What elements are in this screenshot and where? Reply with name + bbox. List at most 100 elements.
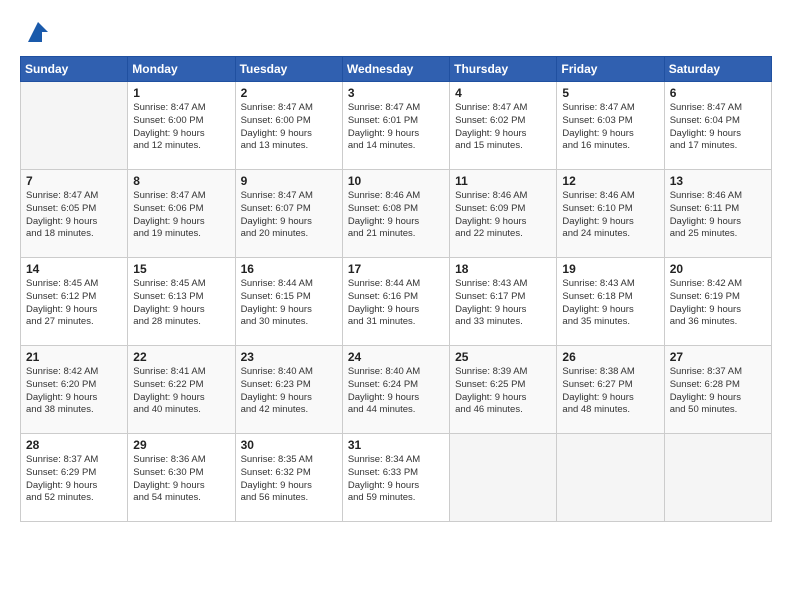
calendar-week-1: 1 Sunrise: 8:47 AM Sunset: 6:00 PM Daylig… xyxy=(21,82,772,170)
calendar-cell: 26 Sunrise: 8:38 AM Sunset: 6:27 PM Dayli… xyxy=(557,346,664,434)
day-info: Sunrise: 8:40 AM Sunset: 6:23 PM Dayligh… xyxy=(241,366,337,417)
day-info: Sunrise: 8:44 AM Sunset: 6:15 PM Dayligh… xyxy=(241,278,337,329)
day-info: Sunrise: 8:47 AM Sunset: 6:05 PM Dayligh… xyxy=(26,190,122,241)
calendar-cell: 22 Sunrise: 8:41 AM Sunset: 6:22 PM Dayli… xyxy=(128,346,235,434)
calendar-body: 1 Sunrise: 8:47 AM Sunset: 6:00 PM Daylig… xyxy=(21,82,772,522)
calendar-cell: 3Sunrise: 8:47 AM Sunset: 6:01 PM Daylig… xyxy=(342,82,449,170)
day-info: Sunrise: 8:34 AM Sunset: 6:33 PM Dayligh… xyxy=(348,454,444,505)
calendar-cell: 7 Sunrise: 8:47 AM Sunset: 6:05 PM Daylig… xyxy=(21,170,128,258)
day-info: Sunrise: 8:46 AM Sunset: 6:10 PM Dayligh… xyxy=(562,190,658,241)
day-number: 25 xyxy=(455,350,551,364)
logo xyxy=(20,18,52,46)
calendar-cell: 13 Sunrise: 8:46 AM Sunset: 6:11 PM Dayli… xyxy=(664,170,771,258)
calendar-cell: 12 Sunrise: 8:46 AM Sunset: 6:10 PM Dayli… xyxy=(557,170,664,258)
calendar-cell: 23 Sunrise: 8:40 AM Sunset: 6:23 PM Dayli… xyxy=(235,346,342,434)
calendar-cell: 24 Sunrise: 8:40 AM Sunset: 6:24 PM Dayli… xyxy=(342,346,449,434)
calendar-cell: 29Sunrise: 8:36 AM Sunset: 6:30 PM Dayli… xyxy=(128,434,235,522)
header xyxy=(20,18,772,46)
day-info: Sunrise: 8:38 AM Sunset: 6:27 PM Dayligh… xyxy=(562,366,658,417)
calendar-week-5: 28 Sunrise: 8:37 AM Sunset: 6:29 PM Dayli… xyxy=(21,434,772,522)
day-info: Sunrise: 8:40 AM Sunset: 6:24 PM Dayligh… xyxy=(348,366,444,417)
calendar-cell xyxy=(450,434,557,522)
calendar-header-row: SundayMondayTuesdayWednesdayThursdayFrid… xyxy=(21,57,772,82)
header-sunday: Sunday xyxy=(21,57,128,82)
calendar-table: SundayMondayTuesdayWednesdayThursdayFrid… xyxy=(20,56,772,522)
day-info: Sunrise: 8:35 AM Sunset: 6:32 PM Dayligh… xyxy=(241,454,337,505)
day-number: 28 xyxy=(26,438,122,452)
day-info: Sunrise: 8:46 AM Sunset: 6:11 PM Dayligh… xyxy=(670,190,766,241)
day-info: Sunrise: 8:47 AM Sunset: 6:00 PM Dayligh… xyxy=(133,102,229,153)
day-number: 14 xyxy=(26,262,122,276)
day-number: 7 xyxy=(26,174,122,188)
calendar-cell: 17 Sunrise: 8:44 AM Sunset: 6:16 PM Dayli… xyxy=(342,258,449,346)
calendar-cell: 21 Sunrise: 8:42 AM Sunset: 6:20 PM Dayli… xyxy=(21,346,128,434)
day-info: Sunrise: 8:47 AM Sunset: 6:06 PM Dayligh… xyxy=(133,190,229,241)
header-saturday: Saturday xyxy=(664,57,771,82)
day-number: 27 xyxy=(670,350,766,364)
calendar-cell: 15 Sunrise: 8:45 AM Sunset: 6:13 PM Dayli… xyxy=(128,258,235,346)
calendar-cell: 28 Sunrise: 8:37 AM Sunset: 6:29 PM Dayli… xyxy=(21,434,128,522)
day-number: 26 xyxy=(562,350,658,364)
day-number: 5 xyxy=(562,86,658,100)
day-info: Sunrise: 8:45 AM Sunset: 6:13 PM Dayligh… xyxy=(133,278,229,329)
header-wednesday: Wednesday xyxy=(342,57,449,82)
day-number: 30 xyxy=(241,438,337,452)
day-info: Sunrise: 8:41 AM Sunset: 6:22 PM Dayligh… xyxy=(133,366,229,417)
day-info: Sunrise: 8:47 AM Sunset: 6:00 PM Dayligh… xyxy=(241,102,337,153)
day-number: 21 xyxy=(26,350,122,364)
day-number: 1 xyxy=(133,86,229,100)
day-info: Sunrise: 8:36 AM Sunset: 6:30 PM Dayligh… xyxy=(133,454,229,505)
day-number: 2 xyxy=(241,86,337,100)
day-info: Sunrise: 8:45 AM Sunset: 6:12 PM Dayligh… xyxy=(26,278,122,329)
calendar-cell: 9Sunrise: 8:47 AM Sunset: 6:07 PM Daylig… xyxy=(235,170,342,258)
day-info: Sunrise: 8:47 AM Sunset: 6:04 PM Dayligh… xyxy=(670,102,766,153)
day-number: 22 xyxy=(133,350,229,364)
calendar-cell: 16 Sunrise: 8:44 AM Sunset: 6:15 PM Dayli… xyxy=(235,258,342,346)
header-tuesday: Tuesday xyxy=(235,57,342,82)
calendar-cell: 19 Sunrise: 8:43 AM Sunset: 6:18 PM Dayli… xyxy=(557,258,664,346)
day-number: 24 xyxy=(348,350,444,364)
day-number: 18 xyxy=(455,262,551,276)
calendar-cell: 10 Sunrise: 8:46 AM Sunset: 6:08 PM Dayli… xyxy=(342,170,449,258)
calendar-cell: 18Sunrise: 8:43 AM Sunset: 6:17 PM Dayli… xyxy=(450,258,557,346)
calendar-cell: 30 Sunrise: 8:35 AM Sunset: 6:32 PM Dayli… xyxy=(235,434,342,522)
header-friday: Friday xyxy=(557,57,664,82)
logo-icon xyxy=(24,18,52,46)
day-info: Sunrise: 8:46 AM Sunset: 6:08 PM Dayligh… xyxy=(348,190,444,241)
calendar-cell: 31 Sunrise: 8:34 AM Sunset: 6:33 PM Dayli… xyxy=(342,434,449,522)
calendar-cell: 11 Sunrise: 8:46 AM Sunset: 6:09 PM Dayli… xyxy=(450,170,557,258)
day-number: 23 xyxy=(241,350,337,364)
calendar-cell: 4Sunrise: 8:47 AM Sunset: 6:02 PM Daylig… xyxy=(450,82,557,170)
calendar-cell xyxy=(664,434,771,522)
day-number: 10 xyxy=(348,174,444,188)
calendar-cell: 6 Sunrise: 8:47 AM Sunset: 6:04 PM Daylig… xyxy=(664,82,771,170)
day-info: Sunrise: 8:42 AM Sunset: 6:20 PM Dayligh… xyxy=(26,366,122,417)
day-info: Sunrise: 8:44 AM Sunset: 6:16 PM Dayligh… xyxy=(348,278,444,329)
calendar-week-2: 7 Sunrise: 8:47 AM Sunset: 6:05 PM Daylig… xyxy=(21,170,772,258)
day-number: 13 xyxy=(670,174,766,188)
day-info: Sunrise: 8:37 AM Sunset: 6:29 PM Dayligh… xyxy=(26,454,122,505)
day-info: Sunrise: 8:46 AM Sunset: 6:09 PM Dayligh… xyxy=(455,190,551,241)
day-number: 16 xyxy=(241,262,337,276)
day-info: Sunrise: 8:42 AM Sunset: 6:19 PM Dayligh… xyxy=(670,278,766,329)
calendar-cell: 20 Sunrise: 8:42 AM Sunset: 6:19 PM Dayli… xyxy=(664,258,771,346)
header-monday: Monday xyxy=(128,57,235,82)
calendar-cell: 1 Sunrise: 8:47 AM Sunset: 6:00 PM Daylig… xyxy=(128,82,235,170)
day-info: Sunrise: 8:47 AM Sunset: 6:01 PM Dayligh… xyxy=(348,102,444,153)
day-number: 31 xyxy=(348,438,444,452)
day-number: 9 xyxy=(241,174,337,188)
day-number: 4 xyxy=(455,86,551,100)
day-number: 8 xyxy=(133,174,229,188)
day-number: 11 xyxy=(455,174,551,188)
day-number: 17 xyxy=(348,262,444,276)
day-info: Sunrise: 8:39 AM Sunset: 6:25 PM Dayligh… xyxy=(455,366,551,417)
calendar-cell xyxy=(21,82,128,170)
day-number: 12 xyxy=(562,174,658,188)
day-number: 15 xyxy=(133,262,229,276)
day-number: 6 xyxy=(670,86,766,100)
day-info: Sunrise: 8:43 AM Sunset: 6:18 PM Dayligh… xyxy=(562,278,658,329)
day-number: 19 xyxy=(562,262,658,276)
header-thursday: Thursday xyxy=(450,57,557,82)
day-info: Sunrise: 8:37 AM Sunset: 6:28 PM Dayligh… xyxy=(670,366,766,417)
day-number: 20 xyxy=(670,262,766,276)
